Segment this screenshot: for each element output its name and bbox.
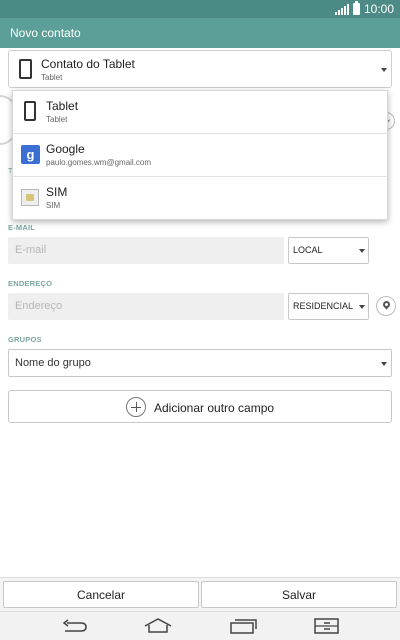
location-button[interactable] — [376, 296, 396, 316]
chevron-down-icon — [381, 362, 387, 366]
status-time: 10:00 — [363, 2, 394, 16]
account-subtitle: Tablet — [41, 73, 63, 82]
status-icons: 10:00 — [334, 1, 394, 16]
location-pin-icon — [381, 299, 392, 310]
page-title: Novo contato — [10, 26, 81, 40]
home-icon[interactable] — [143, 616, 173, 636]
chevron-down-icon — [359, 305, 365, 309]
chevron-down-icon — [381, 68, 387, 72]
battery-icon — [352, 1, 360, 15]
dropdown-item-google[interactable]: g Google paulo.gomes.wm@gmail.com — [13, 134, 387, 177]
email-type-select[interactable]: LOCAL — [288, 237, 369, 264]
dropdown-item-tablet[interactable]: Tablet Tablet — [13, 91, 387, 134]
menu-icon[interactable] — [312, 616, 342, 636]
email-type-value: LOCAL — [293, 245, 323, 255]
signal-icon — [334, 3, 349, 15]
status-bar: 10:00 — [0, 0, 400, 18]
dropdown-item-name: SIM — [46, 185, 68, 199]
dropdown-item-name: Google — [46, 142, 85, 156]
group-select-value: Nome do grupo — [15, 357, 91, 369]
tablet-icon — [24, 101, 36, 121]
address-section-label: ENDEREÇO — [8, 279, 53, 288]
save-button[interactable]: Salvar — [201, 581, 397, 608]
tablet-icon — [19, 59, 32, 79]
plus-icon — [126, 397, 146, 417]
bottom-action-bar: Cancelar Salvar — [0, 577, 400, 611]
add-field-label: Adicionar outro campo — [154, 401, 275, 415]
navigation-bar — [0, 611, 400, 640]
address-type-value: RESIDENCIAL — [293, 301, 354, 311]
dropdown-item-name: Tablet — [46, 99, 79, 113]
groups-section-label: GRUPOS — [8, 335, 42, 344]
dropdown-item-subtitle: Tablet — [46, 115, 68, 124]
email-field[interactable]: E-mail — [8, 237, 284, 264]
google-icon: g — [21, 145, 40, 164]
add-field-button[interactable]: Adicionar outro campo — [8, 390, 392, 423]
account-name: Contato do Tablet — [41, 57, 135, 71]
dropdown-item-subtitle: paulo.gomes.wm@gmail.com — [46, 158, 152, 167]
dropdown-item-sim[interactable]: SIM SIM — [13, 177, 387, 220]
cancel-button[interactable]: Cancelar — [3, 581, 199, 608]
chevron-down-icon — [359, 249, 365, 253]
account-selector[interactable]: Contato do Tablet Tablet — [8, 50, 392, 88]
email-section-label: E-MAIL — [8, 223, 36, 232]
account-dropdown: Tablet Tablet g Google paulo.gomes.wm@gm… — [12, 90, 388, 220]
recent-apps-icon[interactable] — [228, 616, 258, 636]
address-field[interactable]: Endereço — [8, 293, 284, 320]
group-select[interactable]: Nome do grupo — [8, 349, 392, 377]
dropdown-item-subtitle: SIM — [46, 201, 61, 210]
action-bar: Novo contato — [0, 18, 400, 48]
sim-card-icon — [21, 189, 39, 206]
back-icon[interactable] — [59, 616, 89, 636]
address-type-select[interactable]: RESIDENCIAL — [288, 293, 369, 320]
